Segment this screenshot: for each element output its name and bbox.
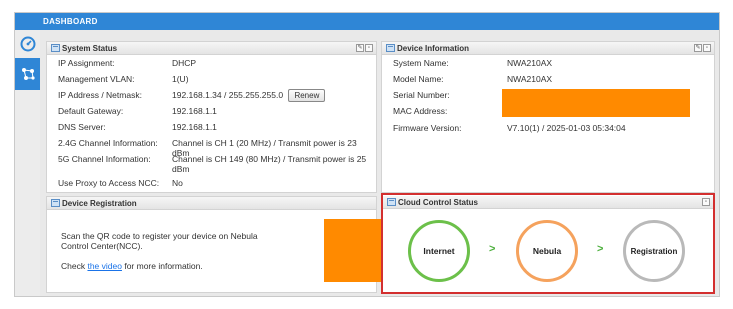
use-proxy-value: No xyxy=(172,178,183,188)
registration-text-line2: Control Center(NCC). xyxy=(61,241,143,251)
nebula-status-label: Nebula xyxy=(532,246,562,256)
nebula-network-icon xyxy=(21,68,35,80)
device-registration-panel: Device Registration Scan the QR code to … xyxy=(46,196,386,293)
model-name-value: NWA210AX xyxy=(507,74,553,84)
check-prefix: Check xyxy=(61,261,88,271)
sidebar xyxy=(15,30,40,296)
dns-server-value: 192.168.1.1 xyxy=(172,122,217,132)
management-vlan-label: Management VLAN: xyxy=(58,74,135,84)
internet-status-circle: Internet xyxy=(408,220,470,282)
edit-icon[interactable]: ✎ xyxy=(356,44,364,52)
cloud-control-status-panel: Cloud Control Status ▫ Internet > Nebula… xyxy=(381,193,715,294)
minimize-icon[interactable]: ▫ xyxy=(365,44,373,52)
ip-netmask-value: 192.168.1.34 / 255.255.255.0 xyxy=(172,90,284,100)
video-link[interactable]: the video xyxy=(87,261,122,271)
default-gateway-value: 192.168.1.1 xyxy=(172,106,217,116)
device-info-panel: Device Information ✎ ▫ System Name: NWA2… xyxy=(381,41,715,193)
registration-check-line: Check the video for more information. xyxy=(61,261,203,271)
dashboard-gauge-icon xyxy=(20,36,35,52)
dashboard-frame: DASHBOARD System Status ✎ ▫ IP Assignmen… xyxy=(14,12,720,297)
registration-text-line1: Scan the QR code to register your device… xyxy=(61,231,258,241)
device-info-header: Device Information ✎ ▫ xyxy=(382,42,714,55)
channel-5g-label: 5G Channel Information: xyxy=(58,154,151,164)
channel-5g-value-line1: Channel is CH 149 (80 MHz) / Transmit po… xyxy=(172,154,367,164)
renew-button[interactable]: Renew xyxy=(288,89,326,102)
firmware-version-label: Firmware Version: xyxy=(393,123,462,133)
system-name-label: System Name: xyxy=(393,58,449,68)
arrow-internet-nebula: > xyxy=(489,243,496,255)
page-title: DASHBOARD xyxy=(43,17,98,26)
sidebar-item-dashboard[interactable] xyxy=(15,30,40,58)
dns-server-label: DNS Server: xyxy=(58,122,106,132)
qr-code-redacted xyxy=(324,219,386,282)
panel-icon xyxy=(387,198,396,206)
panel-icon xyxy=(51,199,60,207)
check-suffix: for more information. xyxy=(121,261,203,271)
header-bar: DASHBOARD xyxy=(15,13,719,30)
internet-status-label: Internet xyxy=(423,246,455,256)
channel-5g-value-line2: dBm xyxy=(172,164,190,174)
ip-netmask-row: 192.168.1.34 / 255.255.255.0 Renew xyxy=(172,89,326,102)
system-status-header: System Status ✎ ▫ xyxy=(47,42,376,55)
system-name-value: NWA210AX xyxy=(507,58,553,68)
panel-icon xyxy=(386,44,395,52)
ip-assignment-label: IP Assignment: xyxy=(58,58,115,68)
registration-status-label: Registration xyxy=(630,246,678,256)
management-vlan-value: 1(U) xyxy=(172,74,189,84)
system-status-panel: System Status ✎ ▫ IP Assignment: DHCP Ma… xyxy=(46,41,377,193)
default-gateway-label: Default Gateway: xyxy=(58,106,124,116)
mac-address-label: MAC Address: xyxy=(393,106,448,116)
system-status-title: System Status xyxy=(62,44,118,53)
model-name-label: Model Name: xyxy=(393,74,444,84)
minimize-icon[interactable]: ▫ xyxy=(703,44,711,52)
device-registration-header: Device Registration xyxy=(47,197,376,210)
ip-assignment-value: DHCP xyxy=(172,58,197,68)
redacted-serial-mac xyxy=(502,89,690,117)
device-registration-title: Device Registration xyxy=(62,199,137,208)
use-proxy-label: Use Proxy to Access NCC: xyxy=(58,178,160,188)
channel-24g-label: 2.4G Channel Information: xyxy=(58,138,158,148)
serial-number-label: Serial Number: xyxy=(393,90,450,100)
ip-netmask-label: IP Address / Netmask: xyxy=(58,90,142,100)
cloud-control-status-header: Cloud Control Status ▫ xyxy=(383,196,713,209)
cloud-control-status-title: Cloud Control Status xyxy=(398,198,478,207)
nebula-status-circle: Nebula xyxy=(516,220,578,282)
arrow-nebula-registration: > xyxy=(597,243,604,255)
firmware-version-value: V7.10(1) / 2025-01-03 05:34:04 xyxy=(507,123,626,133)
device-info-title: Device Information xyxy=(397,44,470,53)
sidebar-item-nebula[interactable] xyxy=(15,58,40,90)
edit-icon[interactable]: ✎ xyxy=(694,44,702,52)
panel-icon xyxy=(51,44,60,52)
minimize-icon[interactable]: ▫ xyxy=(702,198,710,206)
registration-status-circle: Registration xyxy=(623,220,685,282)
